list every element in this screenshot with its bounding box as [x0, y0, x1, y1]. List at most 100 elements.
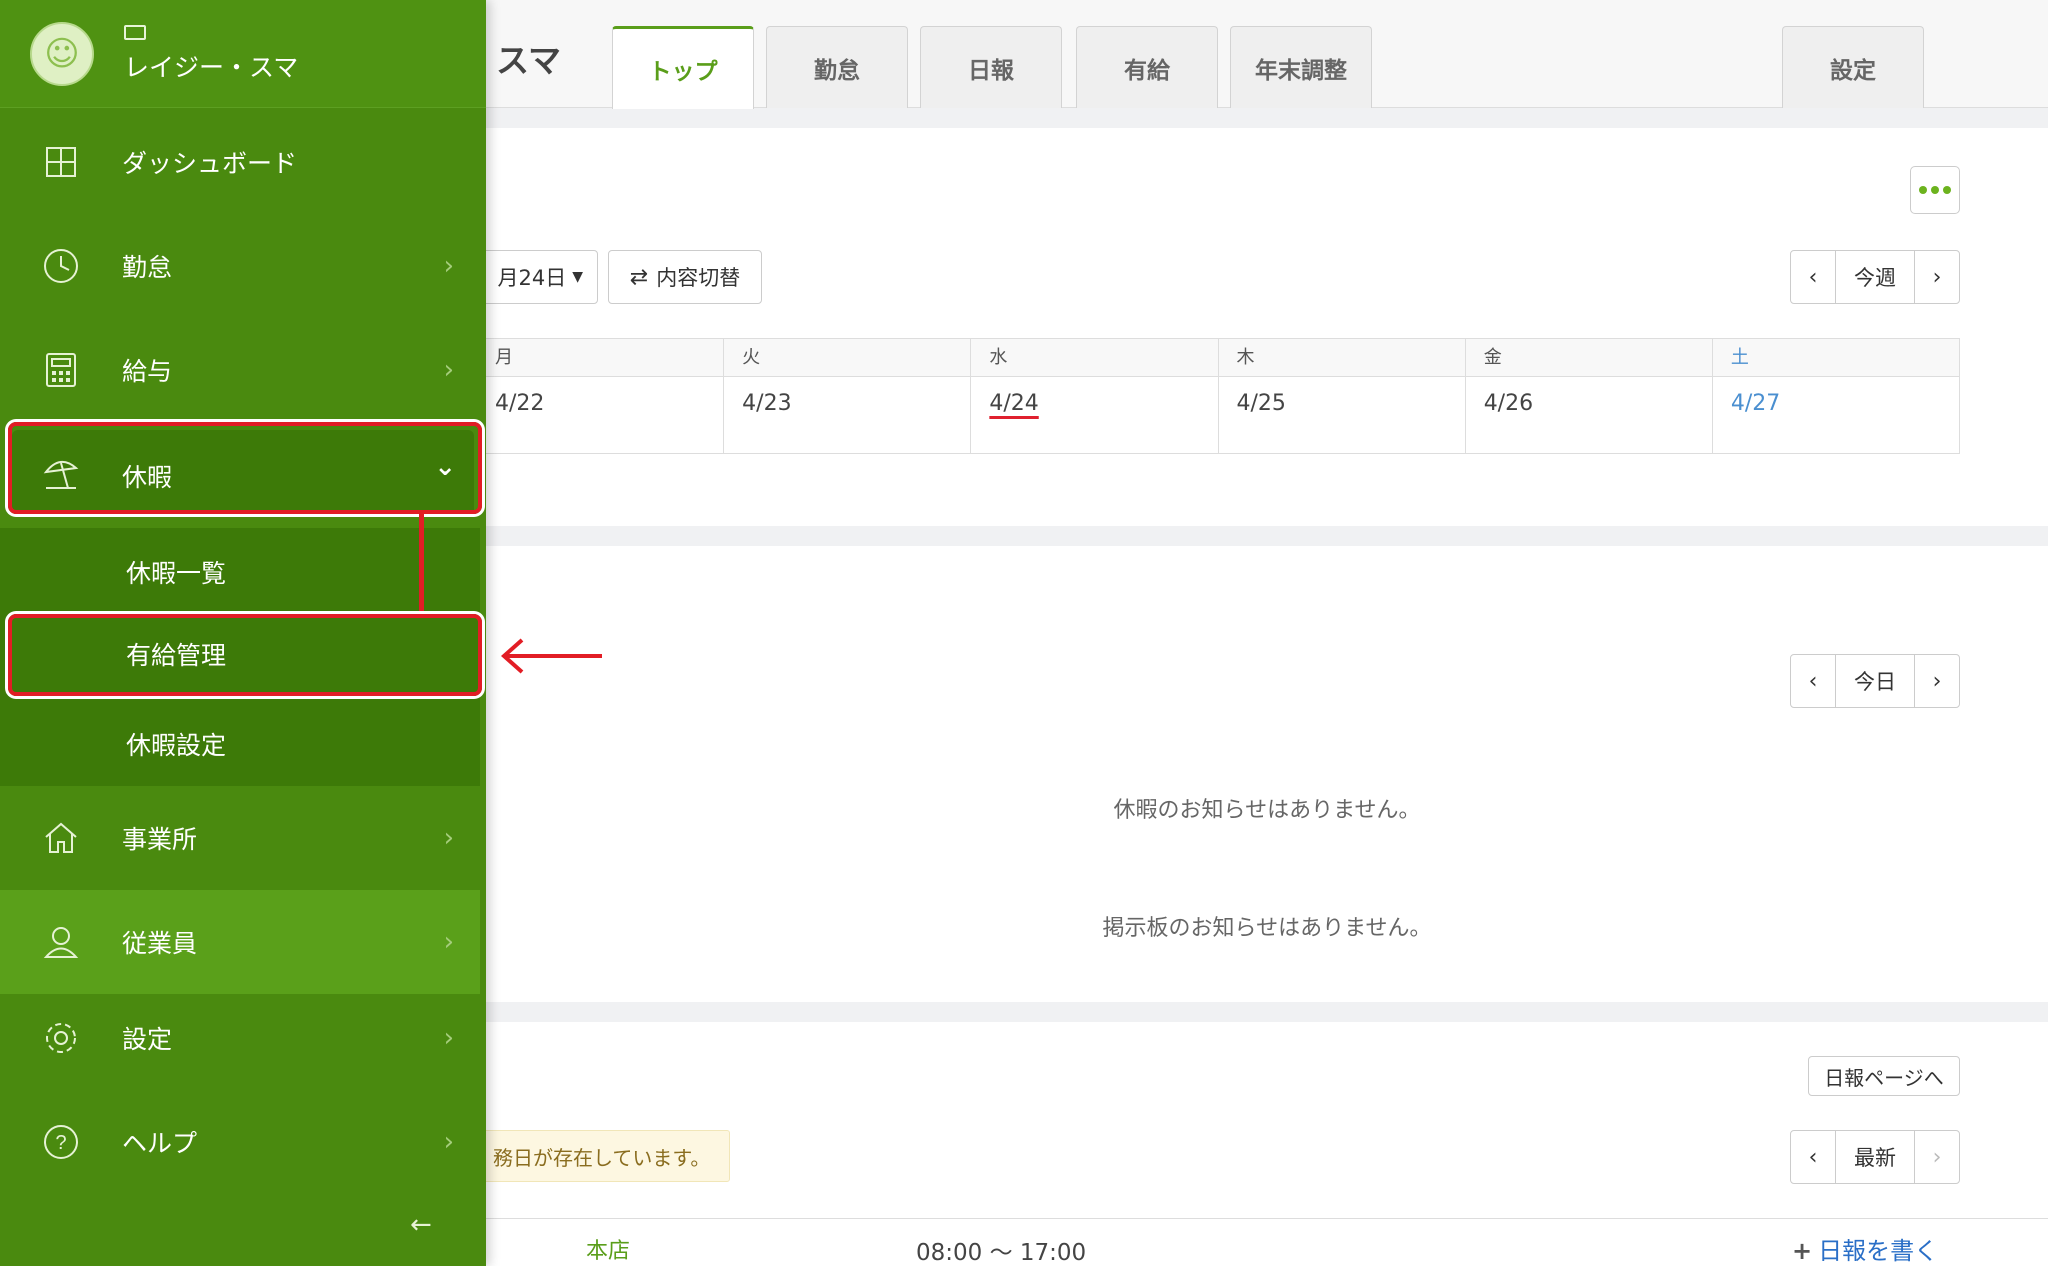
sidebar-item-settings[interactable]: 設定 ›	[0, 986, 480, 1090]
sidebar-item-label: 事業所	[122, 825, 198, 854]
sidebar-item-office[interactable]: 事業所 ›	[0, 786, 480, 890]
date-label: 4/27	[1730, 391, 1781, 416]
day-header-fri: 金	[1466, 339, 1713, 376]
user-name: レイジー・スマ	[124, 53, 299, 82]
sidebar-item-help[interactable]: ? ヘルプ ›	[0, 1090, 480, 1194]
more-options-button[interactable]	[1910, 166, 1960, 214]
week-calendar: 月 火 水 木 金 土 4/22 4/23 4/24 4/25 4/26 4/2…	[486, 338, 1960, 454]
user-profile[interactable]: ☺ レイジー・スマ	[0, 0, 486, 108]
swap-arrows-icon: ⇄	[629, 264, 649, 290]
day-header-tue: 火	[724, 339, 972, 376]
next-week-button[interactable]: ›	[1915, 251, 1959, 303]
tab-year-end-adjustment[interactable]: 年末調整	[1230, 26, 1372, 108]
tab-settings[interactable]: 設定	[1782, 26, 1924, 108]
next-day-button[interactable]: ›	[1915, 655, 1959, 707]
highlight-box-leave	[8, 422, 482, 514]
chevron-right-icon: ›	[443, 251, 454, 281]
report-row: 本店 08:00 ～ 17:00 + 日報を書く	[486, 1218, 2048, 1266]
main-content: スマ トップ 勤怠 日報 有給 年末調整 設定 月24日 ▼ ⇄ 内容切替 ‹ …	[486, 0, 2048, 1266]
today-button[interactable]: 今日	[1835, 655, 1915, 707]
week-pager: ‹ 今週 ›	[1790, 250, 1960, 304]
latest-report-button[interactable]: 最新	[1835, 1131, 1915, 1183]
date-cell-saturday[interactable]: 4/27	[1713, 377, 1959, 453]
calculator-icon	[42, 351, 80, 389]
sidebar-item-label: ヘルプ	[122, 1129, 198, 1158]
sidebar-item-dashboard[interactable]: ダッシュボード	[0, 110, 480, 214]
date-cell-today[interactable]: 4/24	[971, 377, 1219, 453]
chevron-right-icon: ›	[443, 355, 454, 385]
toggle-content-button[interactable]: ⇄ 内容切替	[608, 250, 762, 304]
sidebar-item-label: ダッシュボード	[122, 149, 298, 178]
tab-attendance[interactable]: 勤怠	[766, 26, 908, 108]
chevron-right-icon: ›	[443, 823, 454, 853]
day-header-thu: 木	[1219, 339, 1466, 376]
sidebar-item-payroll[interactable]: 給与 ›	[0, 318, 480, 422]
notice-panel: ‹ 今日 › 休暇のお知らせはありません。 掲示板のお知らせはありません。	[486, 546, 2048, 1002]
day-pager: ‹ 今日 ›	[1790, 654, 1960, 708]
date-label: 4/23	[742, 391, 792, 416]
date-cell[interactable]: 4/22	[486, 377, 725, 453]
brand-title: スマ	[496, 41, 562, 80]
date-cell[interactable]: 4/23	[724, 377, 972, 453]
prev-week-button[interactable]: ‹	[1791, 251, 1835, 303]
date-label: 4/26	[1483, 391, 1534, 416]
toggle-content-label: 内容切替	[656, 266, 741, 290]
submenu-item-label: 休暇一覧	[126, 559, 227, 588]
daily-report-page-button[interactable]: 日報ページへ	[1808, 1056, 1960, 1096]
prev-report-button[interactable]: ‹	[1791, 1131, 1835, 1183]
date-cell[interactable]: 4/25	[1219, 377, 1466, 453]
more-dot-icon	[1943, 186, 1951, 194]
home-icon	[42, 819, 80, 857]
date-cell[interactable]: 4/26	[1466, 377, 1713, 453]
gear-icon	[42, 1019, 80, 1057]
write-report-link[interactable]: + 日報を書く	[1792, 1231, 1938, 1266]
top-navigation-bar: スマ トップ 勤怠 日報 有給 年末調整 設定	[486, 0, 2048, 109]
next-report-button[interactable]: ›	[1915, 1131, 1959, 1183]
sidebar-item-label: 給与	[122, 357, 173, 386]
submenu-item-leave-list[interactable]: 休暇一覧	[0, 532, 480, 612]
help-icon: ?	[42, 1123, 80, 1161]
leave-empty-message: 休暇のお知らせはありません。	[1113, 798, 1421, 823]
board-empty-message: 掲示板のお知らせはありません。	[1102, 916, 1432, 941]
day-header-mon: 月	[486, 339, 725, 376]
plus-icon: +	[1792, 1237, 1813, 1265]
clock-icon	[42, 247, 80, 285]
this-week-button[interactable]: 今週	[1835, 251, 1915, 303]
store-link[interactable]: 本店	[586, 1233, 630, 1265]
submenu-item-leave-settings[interactable]: 休暇設定	[0, 704, 480, 784]
tab-daily-report[interactable]: 日報	[920, 26, 1062, 108]
chevron-right-icon: ›	[443, 927, 454, 957]
svg-text:?: ?	[55, 1132, 66, 1154]
tab-top[interactable]: トップ	[612, 26, 754, 109]
submenu-item-label: 休暇設定	[126, 731, 227, 760]
avatar: ☺	[30, 22, 94, 86]
collapse-sidebar-icon[interactable]: ←	[410, 1210, 432, 1240]
person-icon	[42, 923, 80, 961]
date-label: 4/22	[495, 391, 545, 416]
date-dropdown[interactable]: 月24日 ▼	[486, 250, 598, 304]
sidebar-item-label: 勤怠	[122, 253, 173, 282]
calendar-header-row: 月 火 水 木 金 土	[486, 339, 1959, 377]
chevron-right-icon: ›	[443, 1023, 454, 1053]
date-dropdown-label: 月24日	[497, 266, 567, 290]
day-header-wed: 水	[971, 339, 1219, 376]
daily-report-panel: 日報ページへ ‹ 最新 › 務日が存在しています。 本店 08:00 ～ 17:…	[486, 1022, 2048, 1266]
prev-day-button[interactable]: ‹	[1791, 655, 1835, 707]
chevron-right-icon: ›	[443, 1127, 454, 1157]
tab-paid-leave[interactable]: 有給	[1076, 26, 1218, 108]
weekly-calendar-panel: 月24日 ▼ ⇄ 内容切替 ‹ 今週 › 月 火 水 木 金 土 4/22 4/…	[486, 128, 2048, 526]
calendar-date-row: 4/22 4/23 4/24 4/25 4/26 4/27	[486, 377, 1959, 453]
more-dot-icon	[1931, 186, 1939, 194]
more-dot-icon	[1919, 186, 1927, 194]
date-label: 4/25	[1236, 391, 1286, 416]
sidebar-item-employees[interactable]: 従業員 ›	[0, 890, 480, 994]
sidebar-item-attendance[interactable]: 勤怠 ›	[0, 214, 480, 318]
connector-line-vertical	[419, 514, 424, 616]
id-card-icon	[124, 25, 146, 40]
workday-notice: 務日が存在しています。	[486, 1130, 730, 1182]
report-pager: ‹ 最新 ›	[1790, 1130, 1960, 1184]
day-header-sat: 土	[1730, 347, 1749, 368]
dashboard-icon	[42, 143, 80, 181]
red-arrow-icon	[496, 636, 606, 680]
write-report-label: 日報を書く	[1818, 1237, 1939, 1265]
